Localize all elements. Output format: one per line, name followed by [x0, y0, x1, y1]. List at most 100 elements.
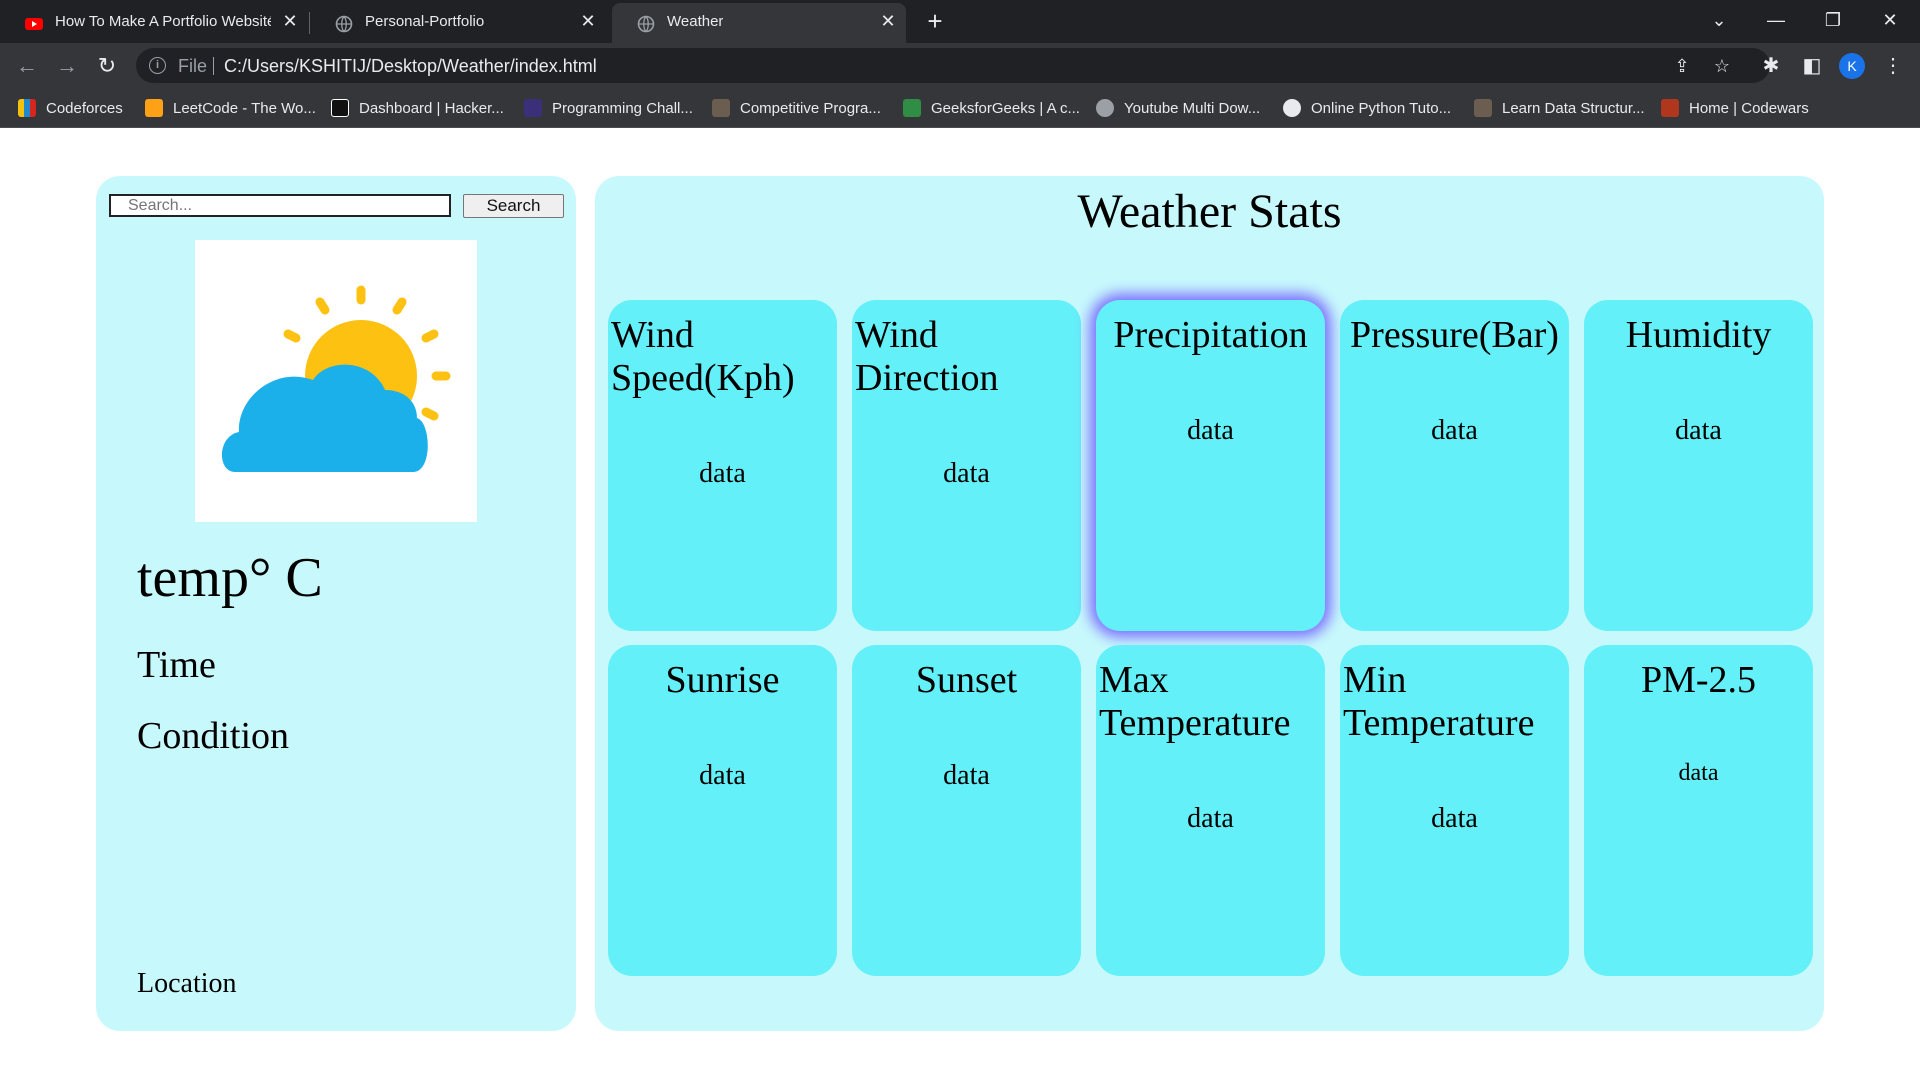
stat-card-value: data: [943, 760, 990, 791]
hackerrank-icon: [331, 99, 349, 117]
globe-icon: [637, 15, 655, 33]
bookmark-programming-challenges[interactable]: Programming Chall...: [524, 97, 693, 119]
stat-card-pm25[interactable]: PM-2.5 data: [1584, 645, 1813, 976]
minimize-button[interactable]: —: [1761, 6, 1791, 34]
bookmarks-bar: Codeforces LeetCode - The Wo... Dashboar…: [0, 88, 1920, 128]
close-tab-icon[interactable]: ✕: [280, 11, 300, 31]
browser-toolbar: ← → ↻ i File C:/Users/KSHITIJ/Desktop/We…: [0, 43, 1920, 88]
current-weather-panel: Search temp° C Time Condition Location: [96, 176, 576, 1031]
time-label: Time: [137, 644, 216, 686]
tab-weather[interactable]: Weather ✕: [612, 3, 906, 43]
bookmark-leetcode[interactable]: LeetCode - The Wo...: [145, 97, 316, 119]
stat-card-pressure[interactable]: Pressure(Bar) data: [1340, 300, 1569, 631]
stat-card-value: data: [1678, 760, 1719, 786]
address-scheme: File: [178, 56, 208, 76]
bookmark-learn-data-structures[interactable]: Learn Data Structur...: [1474, 97, 1645, 119]
bookmark-label: Youtube Multi Dow...: [1124, 99, 1261, 117]
close-window-button[interactable]: ✕: [1875, 6, 1905, 34]
bookmark-label: Competitive Progra...: [740, 99, 881, 117]
globe-icon: [1096, 99, 1114, 117]
address-divider: [213, 57, 214, 75]
bookmark-label: Home | Codewars: [1689, 99, 1809, 117]
codewars-icon: [1661, 99, 1679, 117]
site-info-icon[interactable]: i: [149, 57, 166, 74]
temperature-value: temp° C: [137, 547, 323, 609]
stat-card-title: PM-2.5: [1640, 659, 1757, 701]
stat-card-title: Humidity: [1625, 314, 1772, 356]
new-tab-button[interactable]: +: [922, 8, 948, 34]
cc-icon: [1474, 99, 1492, 117]
bookmark-label: Codeforces: [46, 99, 123, 117]
leetcode-icon: [145, 99, 163, 117]
bookmark-hackerrank[interactable]: Dashboard | Hacker...: [331, 97, 504, 119]
search-button[interactable]: Search: [463, 194, 564, 218]
gfg-icon: [903, 99, 921, 117]
stat-card-sunset[interactable]: Sunset data: [852, 645, 1081, 976]
bookmark-label: GeeksforGeeks | A c...: [931, 99, 1080, 117]
stat-card-title: Sunrise: [665, 659, 780, 701]
stat-card-humidity[interactable]: Humidity data: [1584, 300, 1813, 631]
tab-title: Personal-Portfolio: [365, 13, 485, 30]
weather-stats-panel: Weather Stats Wind Speed(Kph) data Wind …: [595, 176, 1824, 1031]
globe-icon: [335, 15, 353, 33]
stat-card-min-temperature[interactable]: Min Temperature data: [1340, 645, 1569, 976]
bookmark-codewars[interactable]: Home | Codewars: [1661, 97, 1809, 119]
stat-card-value: data: [699, 760, 746, 791]
bookmark-label: Learn Data Structur...: [1502, 99, 1645, 117]
close-tab-icon[interactable]: ✕: [578, 11, 598, 31]
search-input[interactable]: [109, 194, 451, 217]
back-button[interactable]: ←: [12, 51, 42, 81]
address-bar[interactable]: i File C:/Users/KSHITIJ/Desktop/Weather/…: [136, 48, 1770, 83]
extensions-icon[interactable]: ✱: [1759, 54, 1783, 78]
menu-kebab-icon[interactable]: ⋮: [1881, 54, 1905, 78]
forward-button[interactable]: →: [52, 51, 82, 81]
restore-button[interactable]: ❐: [1818, 6, 1848, 34]
stat-card-title: Sunset: [915, 659, 1018, 701]
stat-card-precipitation[interactable]: Precipitation data: [1096, 300, 1325, 631]
stat-card-title: Precipitation: [1113, 314, 1308, 356]
stat-card-wind-speed[interactable]: Wind Speed(Kph) data: [608, 300, 837, 631]
tab-search-icon[interactable]: ⌄: [1704, 6, 1734, 34]
stat-card-value: data: [1431, 415, 1478, 446]
tab-title: How To Make A Portfolio Websité: [55, 13, 271, 30]
stat-card-title: Wind Speed(Kph): [611, 314, 795, 399]
partly-cloudy-icon: [221, 285, 451, 472]
bookmark-label: LeetCode - The Wo...: [173, 99, 316, 117]
stat-card-value: data: [1431, 803, 1478, 834]
cc-icon: [712, 99, 730, 117]
bookmark-label: Programming Chall...: [552, 99, 693, 117]
profile-avatar[interactable]: K: [1839, 53, 1865, 79]
stat-card-value: data: [1187, 803, 1234, 834]
stat-card-value: data: [943, 458, 990, 489]
stat-card-sunrise[interactable]: Sunrise data: [608, 645, 837, 976]
bookmark-star-icon[interactable]: ☆: [1710, 56, 1734, 76]
bookmark-label: Online Python Tuto...: [1311, 99, 1452, 117]
share-icon[interactable]: ⇪: [1670, 56, 1694, 76]
tab-strip: How To Make A Portfolio Websité ✕ Person…: [0, 0, 1920, 43]
bookmark-online-python-tutor[interactable]: Online Python Tuto...: [1283, 97, 1451, 119]
condition-label: Condition: [137, 715, 290, 757]
stats-title: Weather Stats: [1077, 185, 1342, 238]
side-panel-icon[interactable]: ◧: [1800, 54, 1824, 78]
close-tab-icon[interactable]: ✕: [878, 11, 898, 31]
tab-portfolio-video[interactable]: How To Make A Portfolio Websité ✕: [0, 3, 308, 43]
stat-card-title: Pressure(Bar): [1350, 314, 1559, 356]
stat-card-title: Max Temperature: [1099, 659, 1291, 744]
stat-card-max-temperature[interactable]: Max Temperature data: [1096, 645, 1325, 976]
bookmark-youtube-multi-downloader[interactable]: Youtube Multi Dow...: [1096, 97, 1260, 119]
reload-button[interactable]: ↻: [92, 51, 122, 81]
tab-title: Weather: [667, 13, 724, 30]
stat-card-title: Min Temperature: [1343, 659, 1535, 744]
tab-personal-portfolio[interactable]: Personal-Portfolio ✕: [310, 3, 608, 43]
address-url[interactable]: C:/Users/KSHITIJ/Desktop/Weather/index.h…: [224, 56, 597, 77]
youtube-icon: [25, 18, 43, 30]
stat-card-value: data: [699, 458, 746, 489]
bookmark-geeksforgeeks[interactable]: GeeksforGeeks | A c...: [903, 97, 1080, 119]
bookmark-competitive-programming[interactable]: Competitive Progra...: [712, 97, 881, 119]
weather-condition-image: [195, 240, 477, 522]
bookmark-codeforces[interactable]: Codeforces: [18, 97, 123, 119]
codeforces-icon: [18, 99, 36, 117]
stat-card-value: data: [1675, 415, 1722, 446]
stat-card-wind-direction[interactable]: Wind Direction data: [852, 300, 1081, 631]
wordpress-icon: [1283, 99, 1301, 117]
